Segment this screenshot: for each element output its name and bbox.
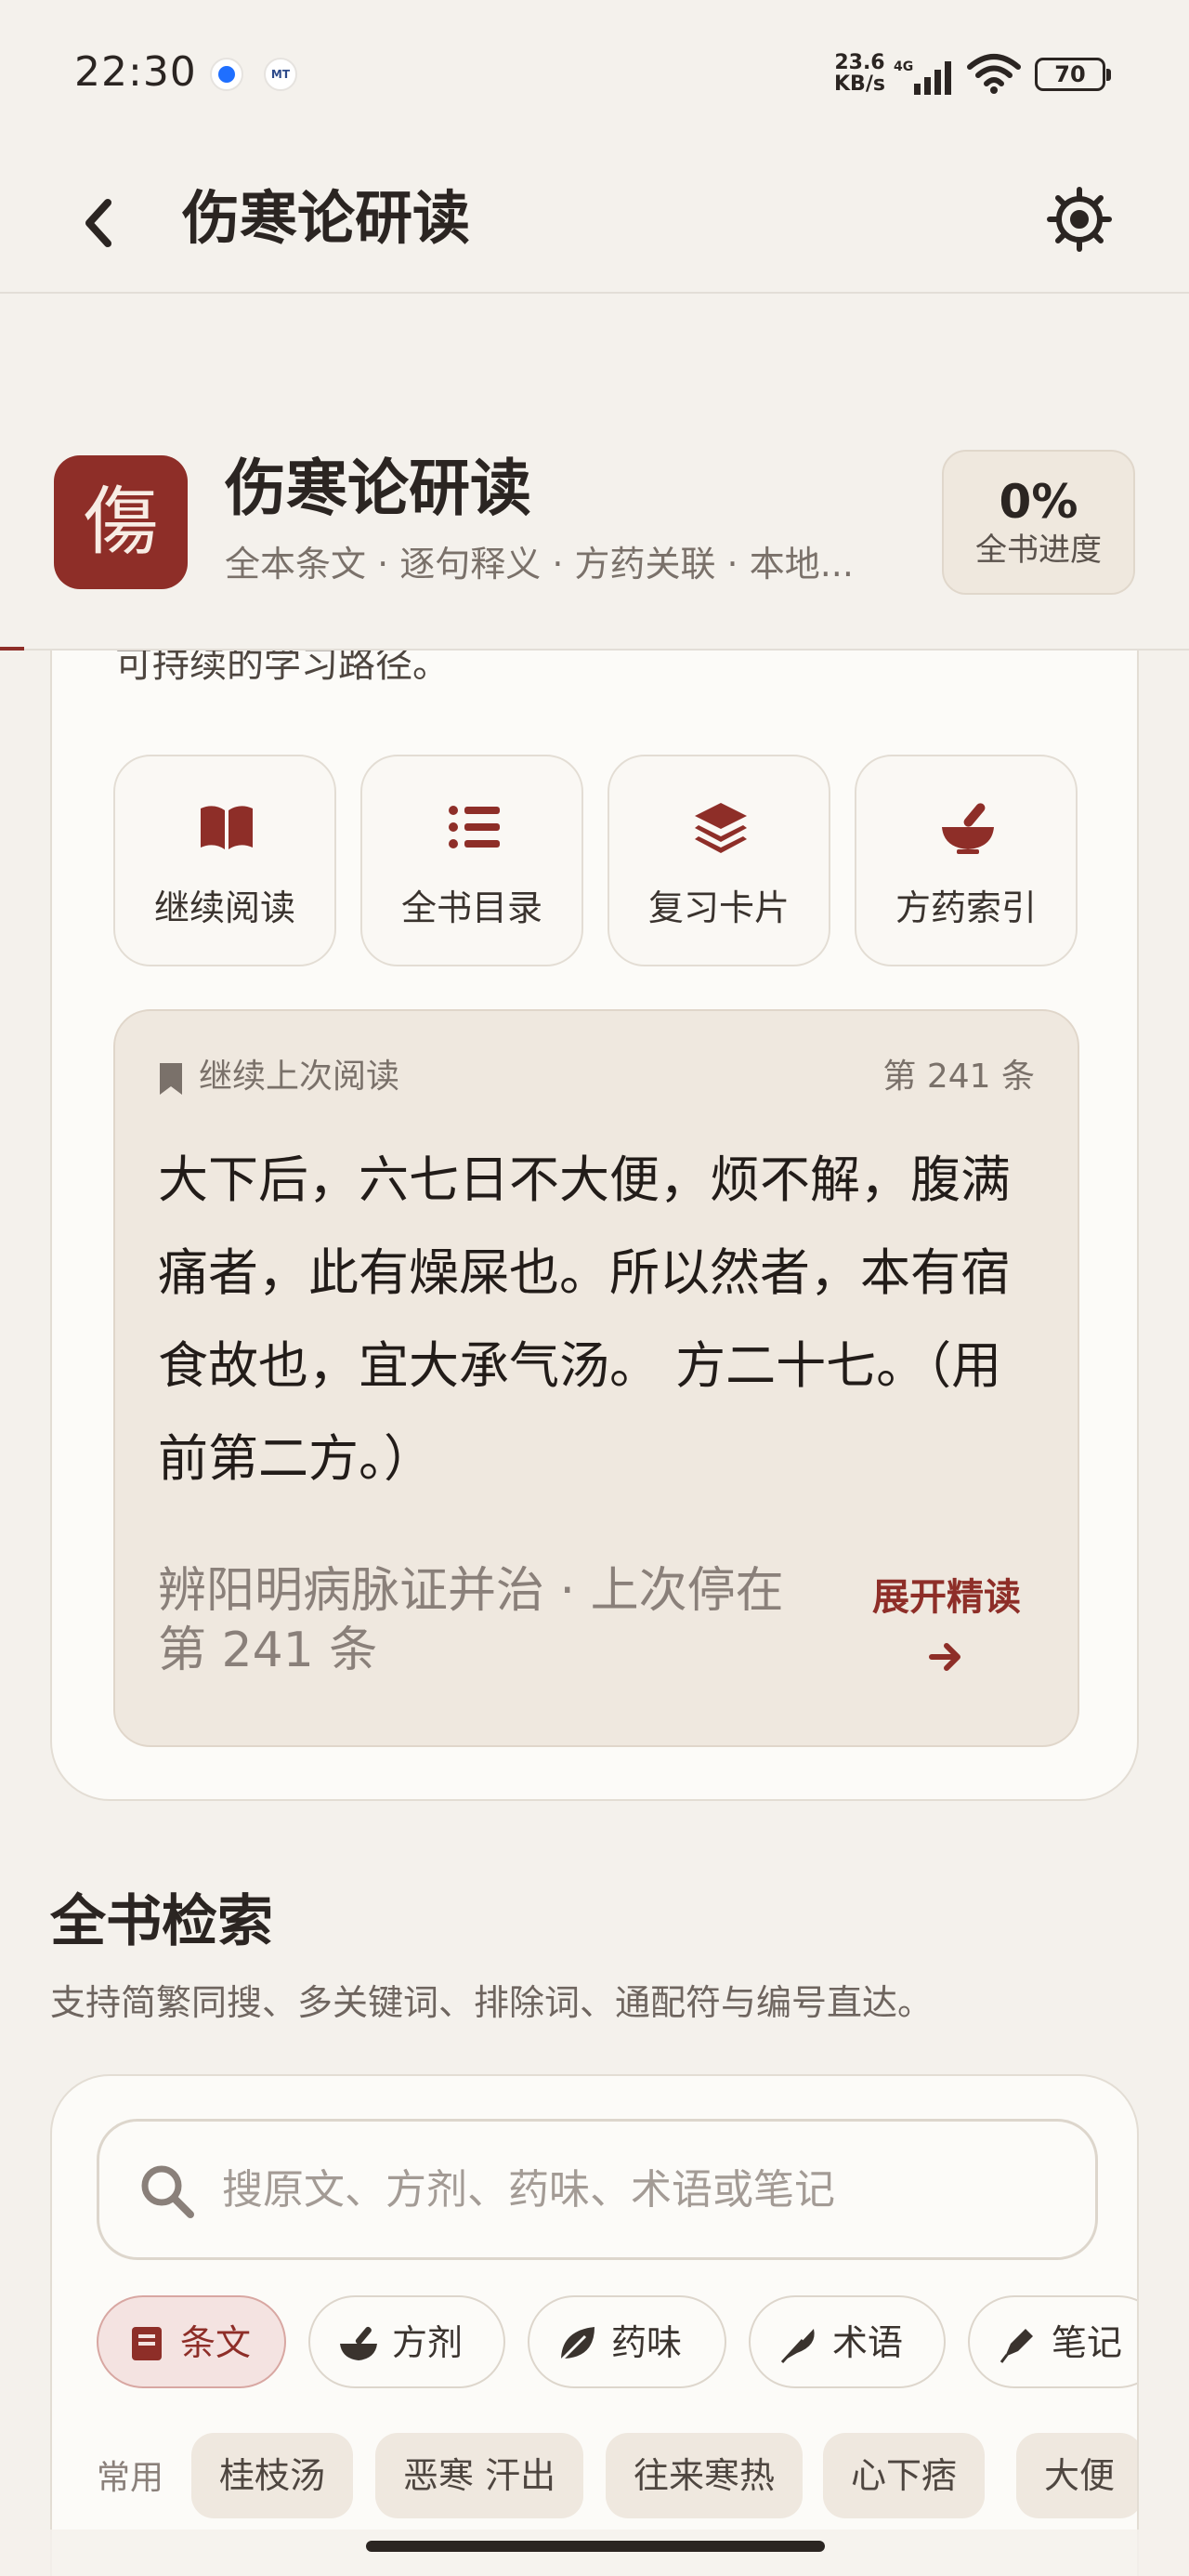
book-logo: 傷: [54, 455, 188, 589]
tab-label: 方剂: [392, 2322, 464, 2363]
tab-herbs[interactable]: 药味: [528, 2295, 726, 2388]
leaf-icon: [559, 2327, 594, 2362]
formula-index-button[interactable]: 方药索引: [855, 755, 1078, 966]
book-header: 傷 伤寒论研读 全本条文 · 逐句释义 · 方药关联 · 本地... 0% 全书…: [0, 437, 1189, 651]
meituan-notification-icon: MT: [264, 58, 297, 91]
network-type-label: 4G: [894, 59, 913, 74]
search-placeholder: 搜原文、方剂、药味、术语或笔记: [222, 2166, 835, 2214]
expand-reading-button[interactable]: 展开精读: [858, 1569, 1035, 1684]
continue-reading-header: 继续上次阅读: [199, 1058, 400, 1096]
quick-action-grid: 继续阅读 全书目录 复习卡片 方药索引: [113, 755, 1079, 968]
review-cards-button[interactable]: 复习卡片: [608, 755, 830, 966]
search-category-tabs: 条文 方剂 药味 术语 笔记: [97, 2295, 1137, 2392]
arrow-right-icon: [929, 1643, 960, 1671]
search-section-title: 全书检索: [50, 1889, 273, 1954]
search-input[interactable]: 搜原文、方剂、药味、术语或笔记: [97, 2119, 1098, 2260]
cellular-signal-icon: 4G: [894, 59, 951, 95]
bookmark-icon: [160, 1063, 182, 1095]
search-section-description: 支持简繁同搜、多关键词、排除词、通配符与编号直达。: [50, 1982, 934, 2023]
home-indicator[interactable]: [366, 2541, 825, 2552]
action-label: 方药索引: [895, 887, 1037, 928]
article-text: 大下后，六七日不大便，烦不解，腹满痛者，此有燥屎也。所以然者，本有宿食故也，宜大…: [158, 1150, 1011, 1488]
network-speed: 23.6 KB/s: [834, 52, 885, 95]
tab-label: 术语: [832, 2322, 904, 2363]
progress-value: 0%: [999, 475, 1078, 529]
quick-search-row: 常用 桂枝汤 恶寒 汗出 往来寒热 心下痞 大便: [97, 2429, 1137, 2522]
overview-card: 可持续的学习路径。 继续阅读 全书目录 复习卡片 方药索引 继续上次阅读 第 2…: [50, 520, 1139, 1801]
network-speed-unit: KB/s: [834, 72, 885, 96]
expand-reading-label: 展开精读: [872, 1576, 1021, 1619]
network-speed-value: 23.6: [834, 51, 885, 74]
mortar-pestle-icon: [340, 2326, 377, 2360]
settings-button[interactable]: [1040, 180, 1118, 258]
action-label: 复习卡片: [647, 887, 790, 928]
status-bar: 22:30 MT 23.6 KB/s 4G 70: [0, 0, 1189, 149]
continue-reading-button[interactable]: 继续阅读: [113, 755, 336, 966]
search-icon: [141, 2165, 194, 2218]
tab-label: 条文: [180, 2322, 252, 2363]
last-position-meta: 辨阳明病脉证并治 · 上次停在第 241 条: [158, 1563, 784, 1678]
mortar-pestle-icon: [942, 803, 994, 854]
book-icon: [132, 2327, 162, 2360]
article-number: 第 241 条: [882, 1058, 1035, 1096]
book-subtitle: 全本条文 · 逐句释义 · 方药关联 · 本地...: [225, 544, 854, 585]
action-label: 继续阅读: [153, 887, 295, 928]
wifi-icon: [967, 54, 1021, 94]
quick-chip[interactable]: 心下痞: [823, 2433, 986, 2518]
tab-label: 药味: [611, 2322, 683, 2363]
book-title: 伤寒论研读: [225, 453, 531, 524]
app-notification-icon: [210, 58, 243, 91]
list-icon: [449, 806, 500, 848]
book-progress-badge[interactable]: 0% 全书进度: [942, 450, 1135, 595]
tab-formulas[interactable]: 方剂: [308, 2295, 505, 2388]
app-bar: 伤寒论研读: [0, 149, 1189, 294]
tab-notes[interactable]: 笔记: [968, 2295, 1137, 2388]
gear-icon: [1047, 187, 1112, 252]
layers-icon: [695, 803, 747, 853]
search-card: 搜原文、方剂、药味、术语或笔记 条文 方剂 药味 术语 笔记 常用 桂枝汤 恶寒…: [50, 2074, 1139, 2576]
app-bar-title: 伤寒论研读: [182, 184, 471, 252]
quick-chip[interactable]: 往来寒热: [606, 2433, 804, 2518]
bottom-fade: [0, 2530, 1189, 2576]
action-label: 全书目录: [400, 887, 542, 928]
tab-articles[interactable]: 条文: [97, 2295, 286, 2388]
quick-chip[interactable]: 恶寒 汗出: [375, 2433, 584, 2518]
progress-label: 全书进度: [975, 532, 1102, 569]
quick-search-label: 常用: [97, 2459, 164, 2497]
quick-chip[interactable]: 大便: [1016, 2433, 1137, 2518]
continue-reading-card[interactable]: 继续上次阅读 第 241 条 大下后，六七日不大便，烦不解，腹满痛者，此有燥屎也…: [113, 1009, 1079, 1747]
quick-chip[interactable]: 桂枝汤: [191, 2433, 354, 2518]
tab-label: 笔记: [1052, 2322, 1123, 2363]
table-of-contents-button[interactable]: 全书目录: [360, 755, 583, 966]
feather-icon: [780, 2329, 815, 2364]
battery-icon: 70: [1035, 58, 1111, 91]
back-button[interactable]: [65, 182, 139, 256]
chevron-left-icon: [85, 199, 111, 247]
status-time: 22:30: [74, 48, 197, 96]
tab-terms[interactable]: 术语: [749, 2295, 946, 2388]
header-accent-bar: [0, 647, 24, 651]
pen-icon: [1000, 2329, 1033, 2363]
book-open-icon: [201, 806, 253, 849]
